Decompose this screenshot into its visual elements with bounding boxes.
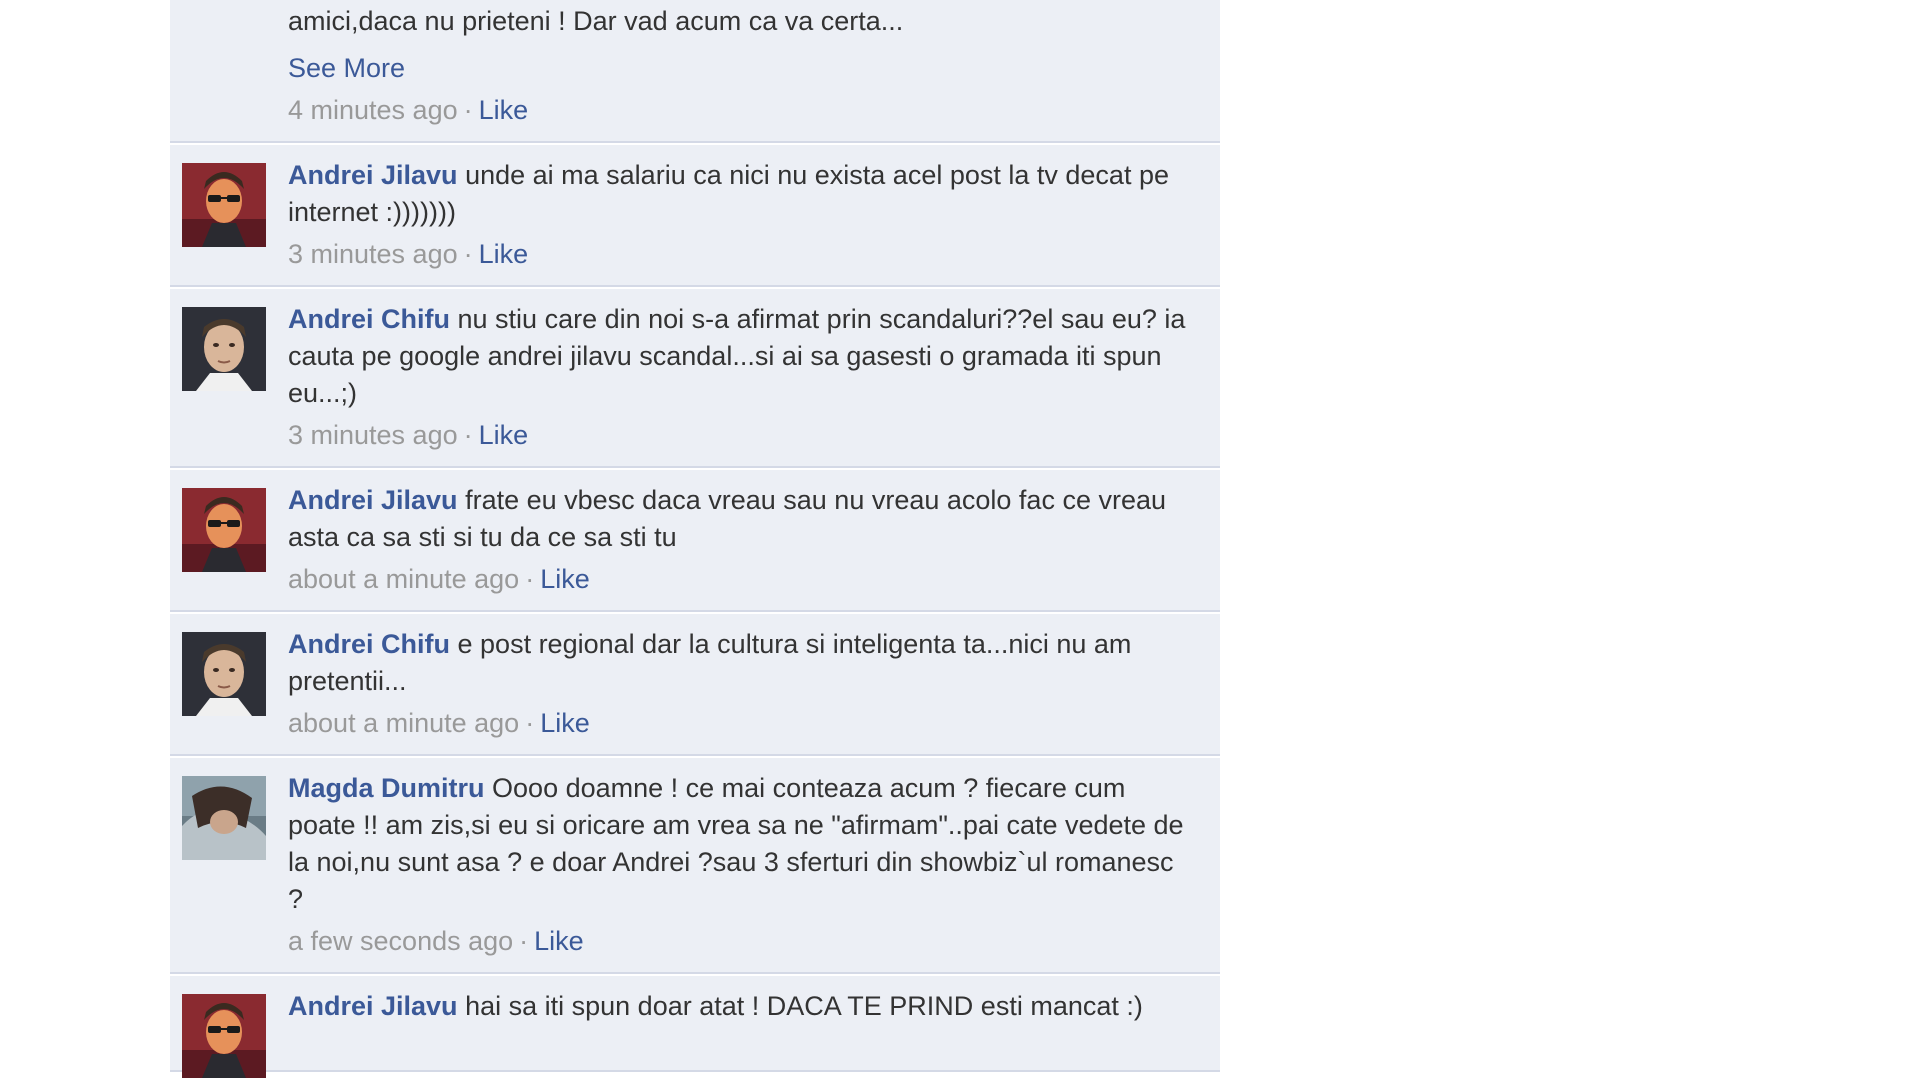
comment-author-link[interactable]: Andrei Jilavu: [288, 485, 458, 515]
avatar[interactable]: [182, 307, 266, 391]
comment-item: Andrei Jilavu hai sa iti spun doar atat …: [170, 976, 1220, 1078]
comment-timestamp: 3 minutes ago: [288, 420, 458, 450]
comment-body: doar ca ma amuz putin..am crezut ca v`at…: [288, 0, 1190, 40]
comment-body: Andrei Jilavu unde ai ma salariu ca nici…: [288, 157, 1190, 231]
avatar[interactable]: [182, 776, 266, 860]
avatar[interactable]: [182, 632, 266, 716]
comment-author-link[interactable]: Andrei Jilavu: [288, 991, 458, 1021]
comment-body: Andrei Jilavu frate eu vbesc daca vreau …: [288, 482, 1190, 556]
comment-body: Magda Dumitru Oooo doamne ! ce mai conte…: [288, 770, 1190, 918]
avatar[interactable]: [182, 163, 266, 247]
comment-meta: a few seconds ago · Like: [288, 923, 1190, 960]
comment-item: Andrei Chifu e post regional dar la cult…: [170, 614, 1220, 756]
comment-meta: about a minute ago · Like: [288, 705, 1190, 742]
comment-timestamp: 4 minutes ago: [288, 95, 458, 125]
comment-author-link[interactable]: Andrei Chifu: [288, 304, 450, 334]
separator: ·: [463, 239, 473, 269]
comment-timestamp: a few seconds ago: [288, 926, 514, 956]
comment-timestamp: about a minute ago: [288, 708, 520, 738]
separator: ·: [525, 708, 535, 738]
like-link[interactable]: Like: [479, 420, 529, 450]
comment-item: Magda Dumitru Oooo doamne ! ce mai conte…: [170, 758, 1220, 974]
separator: ·: [525, 564, 535, 594]
comment-thread: doar ca ma amuz putin..am crezut ca v`at…: [170, 0, 1220, 1078]
avatar[interactable]: [182, 488, 266, 572]
comment-timestamp: about a minute ago: [288, 564, 520, 594]
like-link[interactable]: Like: [540, 708, 590, 738]
separator: ·: [463, 420, 473, 450]
comment-item: Andrei Jilavu frate eu vbesc daca vreau …: [170, 470, 1220, 612]
comment-body: Andrei Jilavu hai sa iti spun doar atat …: [288, 988, 1190, 1025]
comment-author-link[interactable]: Andrei Chifu: [288, 629, 450, 659]
comment-text: hai sa iti spun doar atat ! DACA TE PRIN…: [465, 991, 1143, 1021]
comment-author-link[interactable]: Magda Dumitru: [288, 773, 485, 803]
like-link[interactable]: Like: [534, 926, 584, 956]
comment-meta: 4 minutes ago · Like: [288, 92, 1190, 129]
comment-item: Andrei Jilavu unde ai ma salariu ca nici…: [170, 145, 1220, 287]
separator: ·: [463, 95, 473, 125]
comment-text: doar ca ma amuz putin..am crezut ca v`at…: [288, 6, 904, 36]
comment-body: Andrei Chifu nu stiu care din noi s-a af…: [288, 301, 1190, 412]
like-link[interactable]: Like: [479, 95, 529, 125]
see-more-link[interactable]: See More: [288, 50, 1190, 87]
comment-timestamp: 3 minutes ago: [288, 239, 458, 269]
comment-meta: 3 minutes ago · Like: [288, 417, 1190, 454]
comment-author-link[interactable]: Andrei Jilavu: [288, 160, 458, 190]
avatar[interactable]: [182, 994, 266, 1078]
comment-body: Andrei Chifu e post regional dar la cult…: [288, 626, 1190, 700]
separator: ·: [519, 926, 529, 956]
comment-item: doar ca ma amuz putin..am crezut ca v`at…: [170, 0, 1220, 143]
comment-item: Andrei Chifu nu stiu care din noi s-a af…: [170, 289, 1220, 468]
comment-meta: about a minute ago · Like: [288, 561, 1190, 598]
comment-meta: 3 minutes ago · Like: [288, 236, 1190, 273]
like-link[interactable]: Like: [540, 564, 590, 594]
like-link[interactable]: Like: [479, 239, 529, 269]
